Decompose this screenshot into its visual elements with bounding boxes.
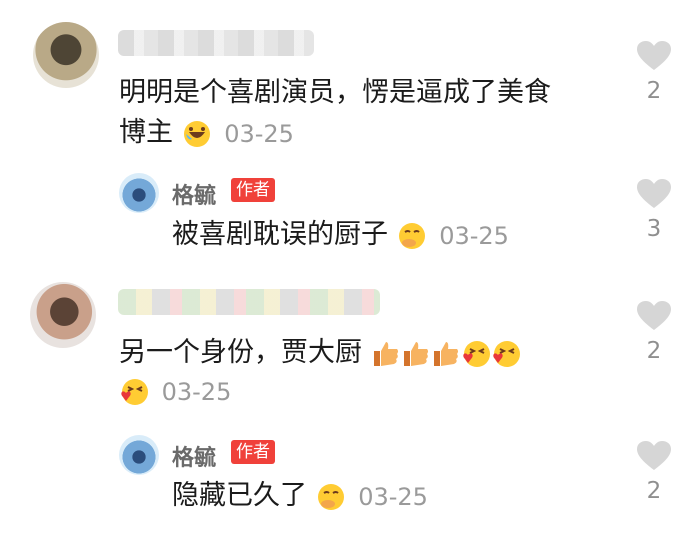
thumbs-up-emoji	[433, 341, 458, 366]
like-count: 2	[646, 78, 662, 104]
like-count: 3	[646, 216, 662, 242]
reply-text-content: 隐藏已久了	[172, 480, 307, 511]
comment-text: 博主 03-25	[119, 113, 294, 154]
thumbs-up-emoji	[373, 341, 398, 366]
like-count: 2	[646, 338, 662, 364]
reply-author[interactable]: 格毓	[172, 178, 216, 210]
like-count: 2	[646, 478, 662, 504]
timestamp: 03-25	[161, 377, 232, 406]
avatar[interactable]	[119, 173, 159, 213]
comment-text: 另一个身份，贾大厨	[119, 333, 521, 373]
comment-text-line: 明明是个喜剧演员，愣是逼成了美食	[119, 77, 551, 108]
smirk-emoji	[398, 222, 425, 249]
like-heart-icon[interactable]	[636, 40, 672, 72]
rofl-emoji	[183, 120, 210, 147]
timestamp: 03-25	[439, 221, 509, 250]
comment-text-line: 另一个身份，贾大厨	[119, 337, 362, 368]
timestamp: 03-25	[224, 119, 294, 148]
reply-text: 隐藏已久了 03-25	[172, 476, 428, 517]
thumbs-up-emoji	[403, 341, 428, 366]
timestamp: 03-25	[358, 482, 428, 511]
reply-author[interactable]: 格毓	[172, 440, 216, 472]
like-heart-icon[interactable]	[636, 178, 672, 210]
kissing-heart-emoji	[492, 340, 520, 367]
like-heart-icon[interactable]	[636, 300, 672, 332]
avatar[interactable]	[30, 282, 96, 348]
comment-text: 03-25	[119, 371, 231, 412]
comment-text: 明明是个喜剧演员，愣是逼成了美食	[119, 73, 551, 113]
author-badge: 作者	[231, 440, 275, 464]
author-badge: 作者	[231, 178, 275, 202]
kissing-heart-emoji	[121, 378, 148, 405]
reply-text: 被喜剧耽误的厨子 03-25	[172, 215, 509, 256]
avatar[interactable]	[33, 22, 99, 88]
avatar[interactable]	[119, 435, 159, 475]
like-heart-icon[interactable]	[636, 440, 672, 472]
reply-text-content: 被喜剧耽误的厨子	[172, 219, 388, 250]
username-blurred[interactable]	[118, 289, 380, 315]
comment-text-line: 博主	[119, 117, 173, 148]
username-blurred[interactable]	[118, 30, 314, 56]
smirk-emoji	[317, 483, 344, 510]
kissing-heart-emoji	[462, 340, 490, 367]
